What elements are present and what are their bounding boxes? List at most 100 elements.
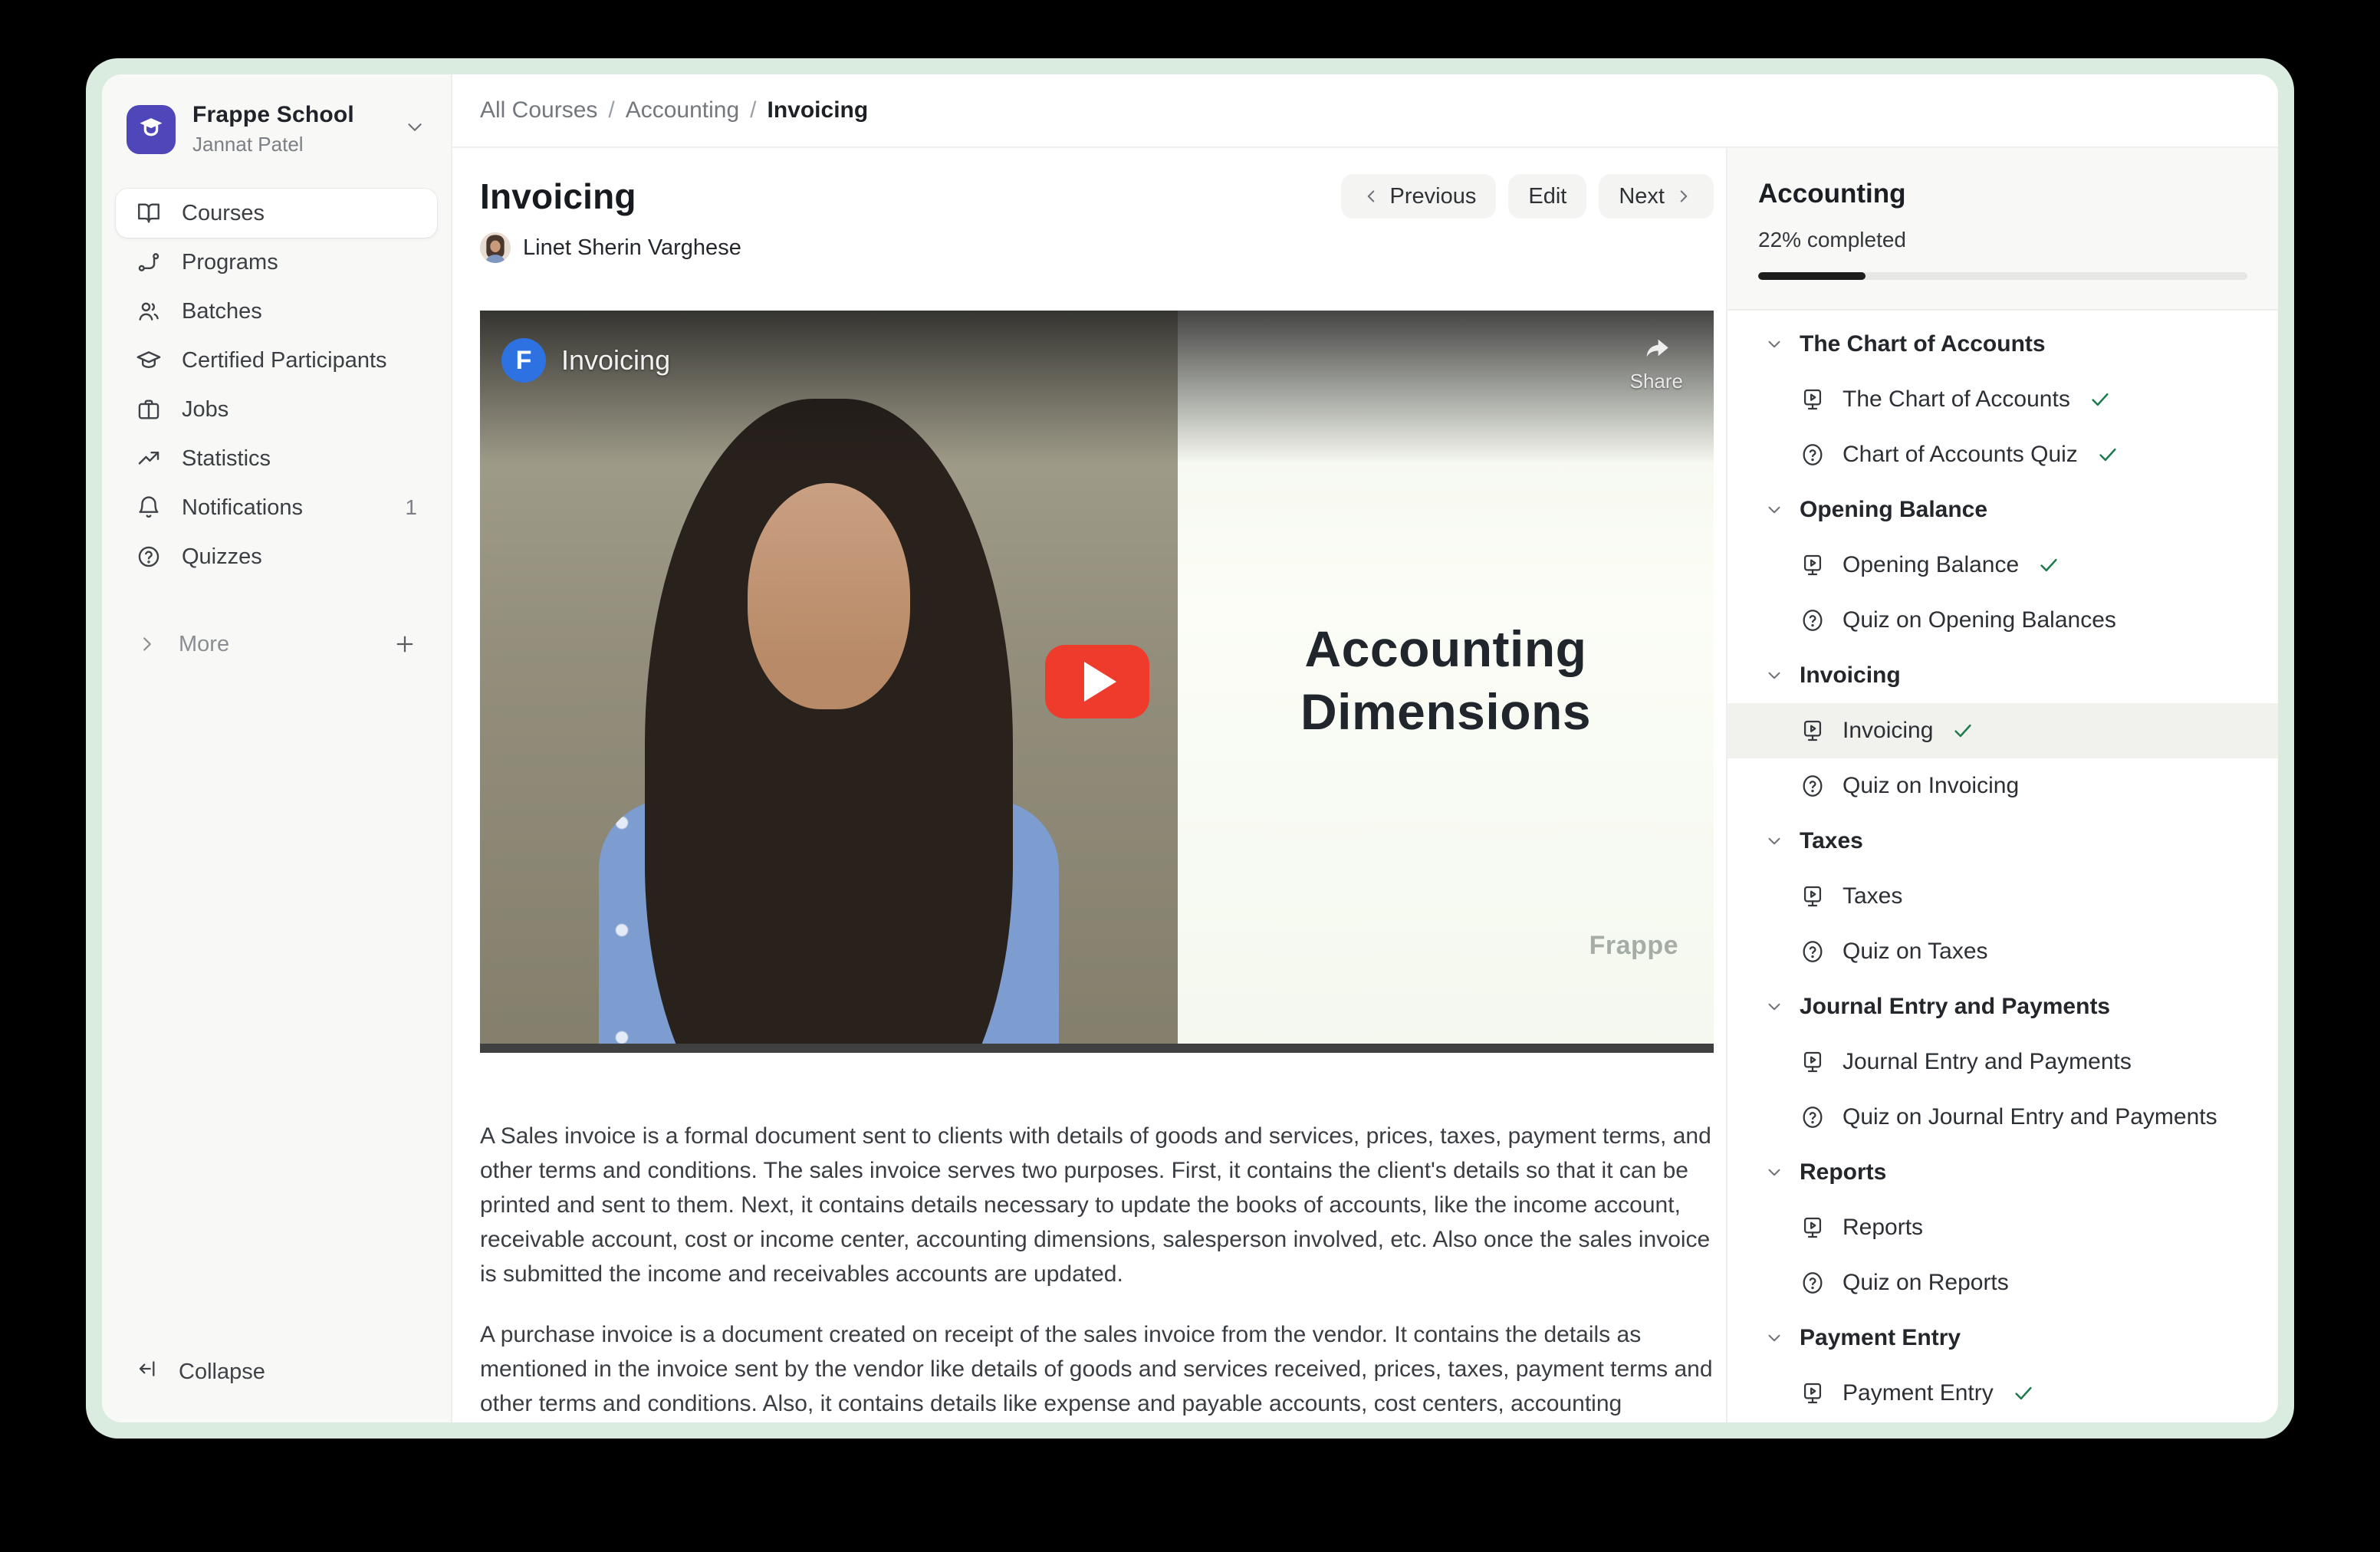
page-title: Invoicing [480,176,636,217]
school-switcher[interactable]: Frappe School Jannat Patel [116,97,437,161]
edit-button-label: Edit [1528,184,1566,209]
lesson-actions: Previous Edit Next [1341,174,1714,219]
chevron-down-icon [1764,997,1784,1017]
next-button[interactable]: Next [1599,174,1714,219]
school-name: Frappe School [192,102,386,128]
collapse-arrow-icon [136,1356,160,1387]
plus-icon[interactable] [393,632,417,656]
outline-quiz-item[interactable]: Quiz on Invoicing [1727,758,2278,814]
lesson-label: Taxes [1843,883,1902,909]
sidebar-item-label: Quizzes [182,544,262,570]
outline-section[interactable]: Taxes [1727,814,2278,869]
notifications-count-badge: 1 [405,495,417,520]
outline-lesson-item-current[interactable]: Invoicing [1727,703,2278,758]
outline-section[interactable]: Journal Entry and Payments [1727,979,2278,1034]
quiz-icon [1800,607,1826,633]
graduation-cap-logo-icon [136,113,166,146]
play-button[interactable] [1045,645,1149,718]
video-lesson-icon [1800,1049,1826,1075]
breadcrumb-accounting[interactable]: Accounting [626,97,739,123]
video-lesson-icon [1800,552,1826,578]
chevron-left-icon [1361,186,1381,206]
video-progress-bar[interactable] [480,1044,1714,1053]
outline-section[interactable]: The Chart of Accounts [1727,317,2278,372]
section-title: Invoicing [1800,663,1901,689]
outline-section[interactable]: Opening Balance [1727,482,2278,538]
share-label: Share [1630,370,1683,393]
section-title: Journal Entry and Payments [1800,994,2110,1020]
sidebar-item-label: Statistics [182,446,271,472]
help-circle-icon [136,544,162,570]
main-area: All Courses / Accounting / Invoicing Inv… [452,74,2278,1422]
outline-section[interactable]: Payment Entry [1727,1310,2278,1366]
lesson-label: Reports [1843,1215,1923,1241]
outline-section[interactable]: Invoicing [1727,648,2278,703]
frappe-school-logo [127,105,176,154]
outline-lesson-item[interactable]: Opening Balance [1727,538,2278,593]
chevron-down-icon [1764,1162,1784,1182]
school-meta: Frappe School Jannat Patel [192,102,386,156]
channel-avatar[interactable]: F [501,338,546,383]
sidebar-item-statistics[interactable]: Notifications Statistics [116,434,437,483]
completed-check-icon [2012,1382,2035,1405]
sidebar-item-more[interactable]: More [116,620,437,669]
graduation-cap-icon [136,347,162,373]
previous-button[interactable]: Previous [1341,174,1497,219]
outline-lesson-item[interactable]: Payment Entry [1727,1366,2278,1421]
sidebar-item-label: Certified Participants [182,348,387,373]
lesson-label: Journal Entry and Payments [1843,1049,2132,1075]
sidebar-item-jobs[interactable]: Jobs [116,385,437,434]
outline-quiz-item[interactable]: Quiz on Reports [1727,1255,2278,1310]
outline-lesson-item[interactable]: Reports [1727,1200,2278,1255]
chevron-right-icon [136,633,159,656]
section-title: The Chart of Accounts [1800,331,2046,357]
sidebar-item-label: Notifications [182,495,303,521]
sidebar-collapse-button[interactable]: Collapse [116,1347,437,1396]
progress-track [1758,272,2247,280]
chevron-down-icon [403,116,426,143]
sidebar-item-notifications[interactable]: Notifications 1 [116,483,437,532]
section-title: Reports [1800,1159,1886,1185]
route-icon [136,249,162,275]
video-title-row: F Invoicing [501,338,670,383]
lesson-label: Invoicing [1843,718,1933,744]
trending-up-icon [136,446,162,472]
sidebar-item-batches[interactable]: Batches [116,287,437,336]
completed-check-icon [2089,388,2112,411]
author-name: Linet Sherin Varghese [523,235,741,261]
sidebar-item-label: Courses [182,201,265,226]
video-title[interactable]: Invoicing [561,344,670,376]
video-player[interactable]: Accounting Dimensions Frappe F Invoicing [480,311,1714,1053]
outline-quiz-item[interactable]: Quiz on Journal Entry and Payments [1727,1090,2278,1145]
chevron-down-icon [1764,500,1784,520]
chevron-down-icon [1764,1328,1784,1348]
outline-quiz-item[interactable]: Quiz on Opening Balances [1727,593,2278,648]
lesson-paragraph: A purchase invoice is a document created… [480,1317,1714,1422]
video-lesson-icon [1800,883,1826,909]
outline-quiz-item[interactable]: Quiz on Taxes [1727,924,2278,979]
sidebar-item-label: Batches [182,299,262,324]
sidebar-item-quizzes[interactable]: Quizzes [116,532,437,581]
quiz-label: Quiz on Invoicing [1843,773,2019,799]
quiz-label: Quiz on Journal Entry and Payments [1843,1104,2217,1130]
lesson-label: Payment Entry [1843,1380,1994,1406]
outline-lesson-item[interactable]: Journal Entry and Payments [1727,1034,2278,1090]
lesson-content: Invoicing Previous Edit [452,148,1726,1422]
edit-button[interactable]: Edit [1508,174,1586,219]
sidebar-item-programs[interactable]: Programs [116,238,437,287]
breadcrumb-current: Invoicing [768,97,869,123]
sidebar-item-courses[interactable]: Courses [116,189,437,238]
sidebar-item-label: Jobs [182,397,228,423]
breadcrumb-all-courses[interactable]: All Courses [480,97,597,123]
quiz-label: Quiz on Opening Balances [1843,607,2116,633]
sidebar-item-certified-participants[interactable]: Certified Participants [116,336,437,385]
previous-button-label: Previous [1390,184,1477,209]
outline-quiz-item[interactable]: Chart of Accounts Quiz [1727,427,2278,482]
outline-section[interactable]: Reports [1727,1145,2278,1200]
outline-lesson-item[interactable]: Taxes [1727,869,2278,924]
next-button-label: Next [1619,184,1665,209]
share-button[interactable]: Share [1630,332,1683,393]
breadcrumb-separator: / [750,97,756,123]
outline-lesson-item[interactable]: The Chart of Accounts [1727,372,2278,427]
collapse-label: Collapse [179,1360,265,1385]
